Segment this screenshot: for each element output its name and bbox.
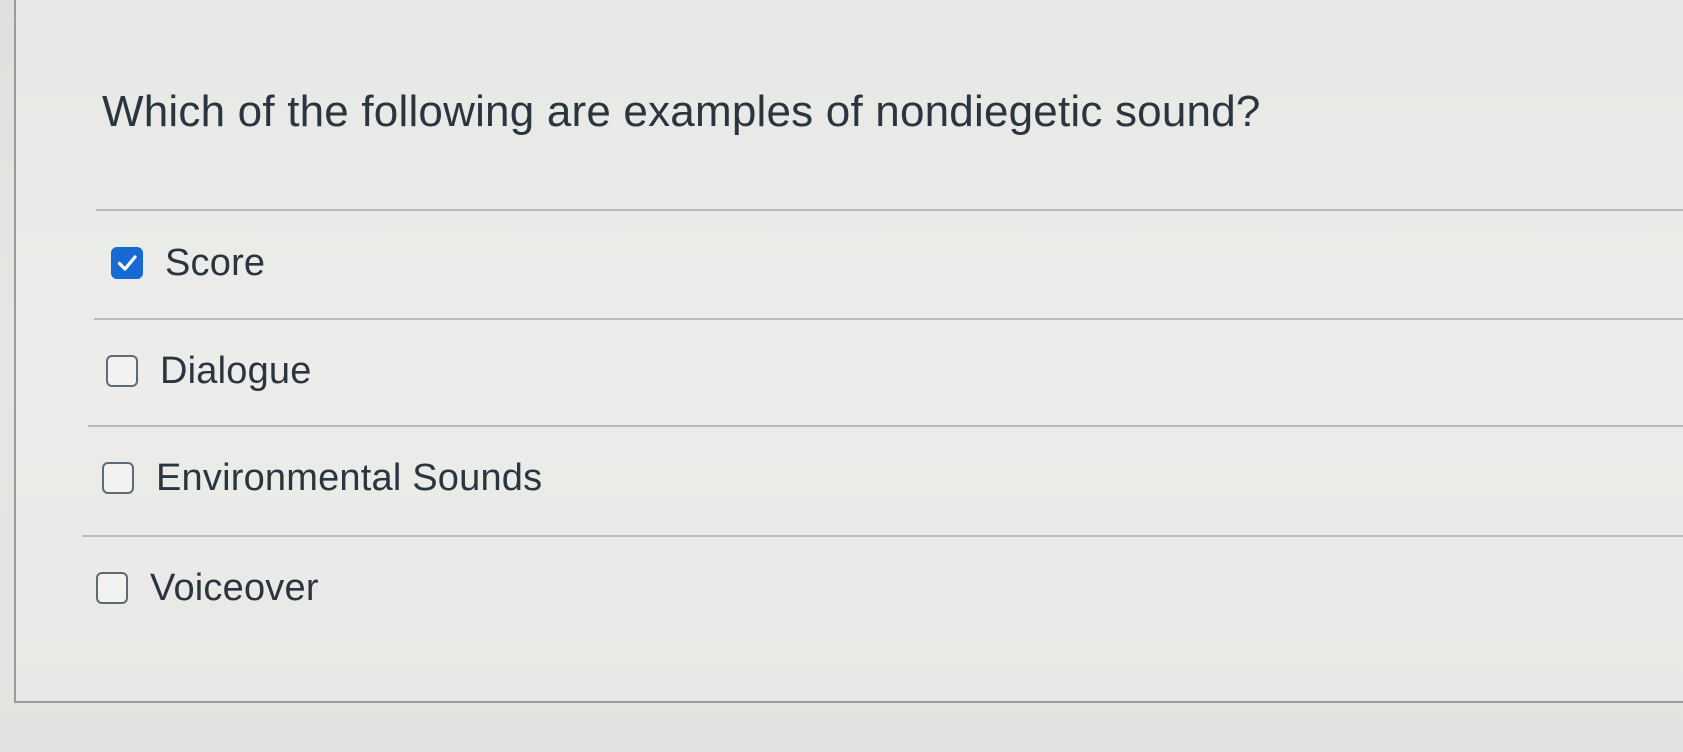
answer-divider [82, 535, 1683, 537]
answer-checkbox-voiceover[interactable] [96, 572, 128, 604]
answer-label-voiceover: Voiceover [150, 566, 319, 609]
answer-label-dialogue: Dialogue [160, 349, 312, 392]
answer-option-environmental-sounds[interactable]: Environmental Sounds [102, 448, 542, 508]
checkmark-icon [117, 255, 137, 271]
answer-label-score: Score [165, 241, 266, 284]
answer-option-score[interactable]: Score [111, 233, 265, 293]
answer-divider [88, 425, 1683, 427]
answer-divider [94, 318, 1683, 320]
answer-checkbox-dialogue[interactable] [106, 355, 138, 387]
answer-option-dialogue[interactable]: Dialogue [106, 341, 312, 401]
answer-list: Score Dialogue Environmental Sounds Voic… [0, 0, 1683, 752]
answer-option-voiceover[interactable]: Voiceover [96, 558, 319, 618]
answer-checkbox-score[interactable] [111, 247, 143, 279]
answer-divider [96, 209, 1683, 211]
answer-label-environmental-sounds: Environmental Sounds [156, 456, 543, 499]
answer-checkbox-environmental-sounds[interactable] [102, 462, 134, 494]
